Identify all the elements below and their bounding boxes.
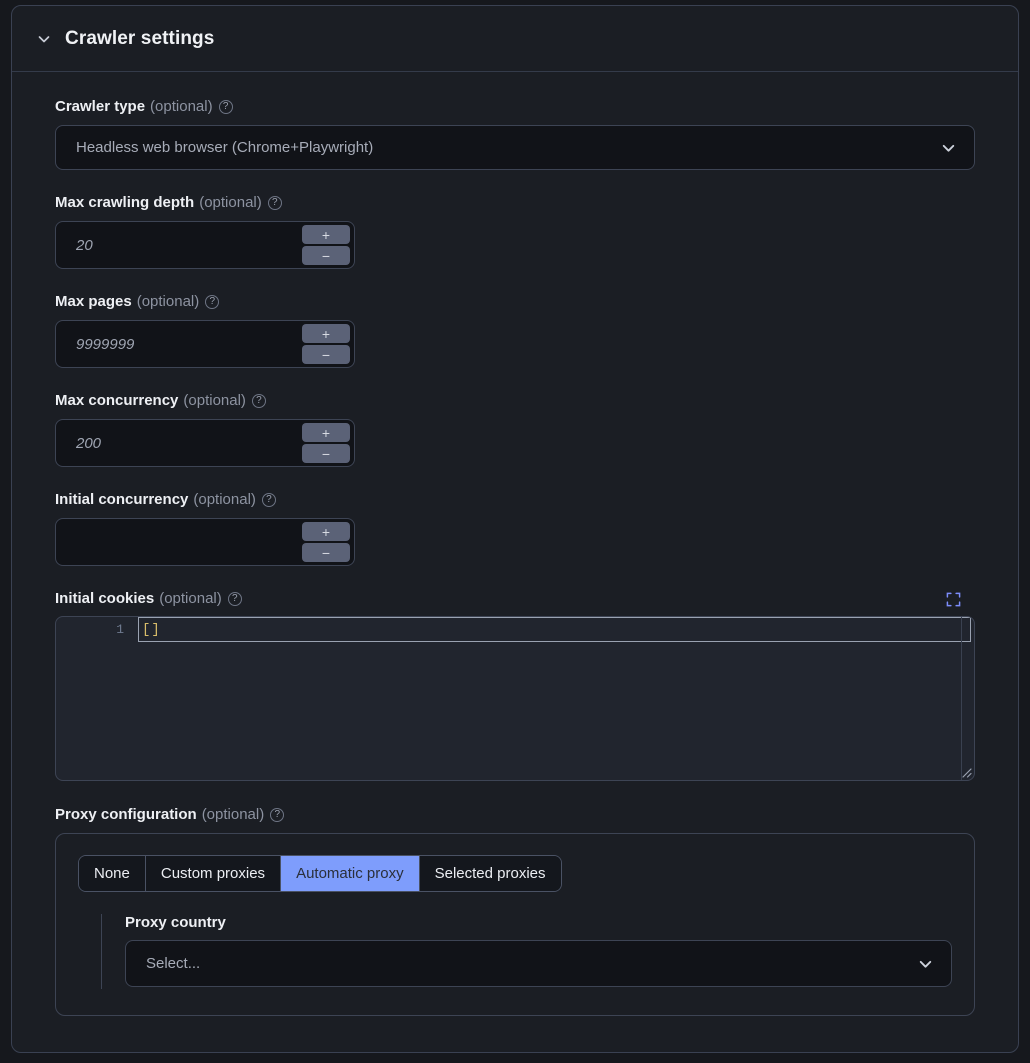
field-proxy-configuration: Proxy configuration (optional) ? None Cu… — [55, 806, 975, 1016]
help-icon[interactable]: ? — [268, 196, 282, 210]
label-max-crawling-depth: Max crawling depth (optional) ? — [55, 194, 975, 212]
help-icon[interactable]: ? — [252, 394, 266, 408]
proxy-mode-option-none[interactable]: None — [79, 856, 146, 891]
crawler-type-value: Headless web browser (Chrome+Playwright) — [76, 139, 373, 156]
label-initial-cookies: Initial cookies (optional) ? — [55, 590, 242, 608]
increment-button[interactable]: + — [302, 423, 350, 442]
crawler-settings-body: Crawler type (optional) ? Headless web b… — [12, 72, 1018, 1016]
increment-button[interactable]: + — [302, 522, 350, 541]
chevron-down-icon[interactable] — [917, 955, 934, 972]
proxy-mode-segmented-control: None Custom proxies Automatic proxy Sele… — [78, 855, 562, 892]
label-max-pages: Max pages (optional) ? — [55, 293, 975, 311]
field-crawler-type: Crawler type (optional) ? Headless web b… — [55, 98, 975, 170]
proxy-country-block: Proxy country Select... — [101, 914, 952, 989]
quantity-stepper: + − — [302, 522, 350, 562]
label-crawler-type: Crawler type (optional) ? — [55, 98, 975, 116]
chevron-down-icon[interactable] — [940, 139, 957, 156]
chevron-down-icon[interactable] — [34, 29, 54, 49]
editor-scroll-rule — [961, 617, 962, 780]
optional-text: (optional) — [193, 491, 256, 509]
max-pages-input[interactable]: 9999999 + − — [55, 320, 355, 368]
proxy-country-value: Select... — [146, 955, 200, 972]
help-icon[interactable]: ? — [228, 592, 242, 606]
help-icon[interactable]: ? — [270, 808, 284, 822]
label-proxy-configuration: Proxy configuration (optional) ? — [55, 806, 975, 824]
input-value: 200 — [76, 435, 101, 452]
label-text: Initial cookies — [55, 590, 154, 608]
proxy-mode-option-selected-proxies[interactable]: Selected proxies — [420, 856, 561, 891]
optional-text: (optional) — [150, 98, 213, 116]
optional-text: (optional) — [202, 806, 265, 824]
label-proxy-country: Proxy country — [125, 914, 952, 931]
decrement-button[interactable]: − — [302, 444, 350, 463]
label-text: Crawler type — [55, 98, 145, 116]
initial-cookies-label-row: Initial cookies (optional) ? — [55, 590, 975, 608]
increment-button[interactable]: + — [302, 324, 350, 343]
decrement-button[interactable]: − — [302, 345, 350, 364]
editor-line: 1 [] — [56, 617, 974, 642]
label-text: Initial concurrency — [55, 491, 188, 509]
input-value: 9999999 — [76, 336, 134, 353]
decrement-button[interactable]: − — [302, 246, 350, 265]
initial-concurrency-input[interactable]: + − — [55, 518, 355, 566]
proxy-configuration-panel: None Custom proxies Automatic proxy Sele… — [55, 833, 975, 1016]
field-max-crawling-depth: Max crawling depth (optional) ? 20 + − — [55, 194, 975, 269]
expand-fullscreen-icon[interactable] — [946, 592, 961, 607]
optional-text: (optional) — [159, 590, 222, 608]
optional-text: (optional) — [183, 392, 246, 410]
help-icon[interactable]: ? — [205, 295, 219, 309]
label-max-concurrency: Max concurrency (optional) ? — [55, 392, 975, 410]
field-initial-concurrency: Initial concurrency (optional) ? + − — [55, 491, 975, 566]
resize-handle[interactable] — [958, 764, 972, 778]
label-text: Max crawling depth — [55, 194, 194, 212]
help-icon[interactable]: ? — [262, 493, 276, 507]
page-title: Crawler settings — [65, 28, 214, 50]
label-initial-concurrency: Initial concurrency (optional) ? — [55, 491, 975, 509]
field-max-concurrency: Max concurrency (optional) ? 200 + − — [55, 392, 975, 467]
crawler-settings-header[interactable]: Crawler settings — [12, 6, 1018, 72]
line-number: 1 — [56, 622, 138, 637]
optional-text: (optional) — [199, 194, 262, 212]
label-text: Max concurrency — [55, 392, 178, 410]
label-text: Max pages — [55, 293, 132, 311]
quantity-stepper: + − — [302, 324, 350, 364]
increment-button[interactable]: + — [302, 225, 350, 244]
crawler-type-select[interactable]: Headless web browser (Chrome+Playwright) — [55, 125, 975, 170]
label-text: Proxy configuration — [55, 806, 197, 824]
proxy-mode-option-custom-proxies[interactable]: Custom proxies — [146, 856, 281, 891]
editor-code-text: [] — [142, 622, 161, 638]
optional-text: (optional) — [137, 293, 200, 311]
editor-active-line[interactable]: [] — [138, 617, 971, 642]
max-crawling-depth-input[interactable]: 20 + − — [55, 221, 355, 269]
initial-cookies-editor[interactable]: 1 [] — [55, 616, 975, 781]
proxy-country-select[interactable]: Select... — [125, 940, 952, 987]
max-concurrency-input[interactable]: 200 + − — [55, 419, 355, 467]
field-max-pages: Max pages (optional) ? 9999999 + − — [55, 293, 975, 368]
crawler-settings-card: Crawler settings Crawler type (optional)… — [11, 5, 1019, 1053]
input-value: 20 — [76, 237, 93, 254]
help-icon[interactable]: ? — [219, 100, 233, 114]
quantity-stepper: + − — [302, 423, 350, 463]
quantity-stepper: + − — [302, 225, 350, 265]
field-initial-cookies: Initial cookies (optional) ? 1 [] — [55, 590, 975, 781]
proxy-mode-option-automatic-proxy[interactable]: Automatic proxy — [281, 856, 420, 891]
decrement-button[interactable]: − — [302, 543, 350, 562]
